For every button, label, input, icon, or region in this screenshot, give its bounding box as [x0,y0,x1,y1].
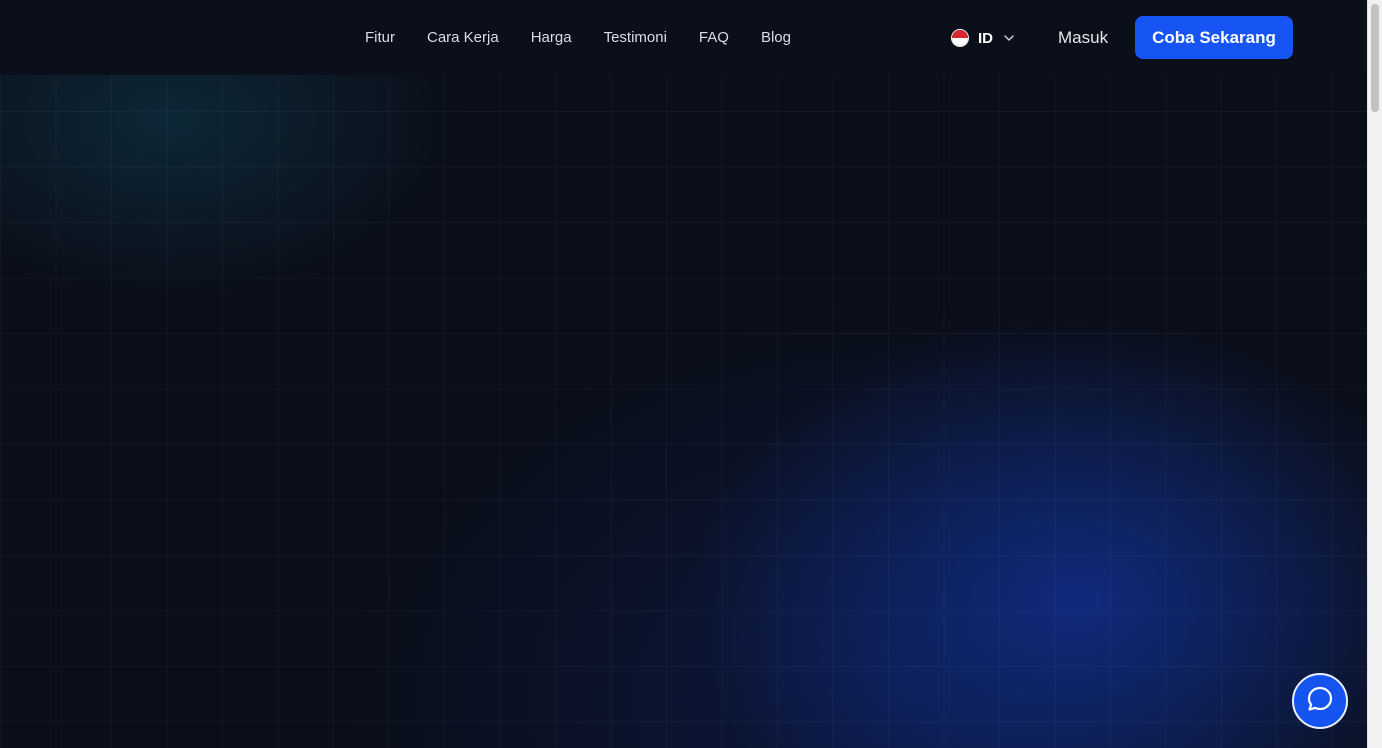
page-viewport: Fitur Cara Kerja Harga Testimoni FAQ Blo… [0,0,1367,748]
nav-link-cara-kerja[interactable]: Cara Kerja [427,28,499,48]
background-grid [0,0,1367,748]
indonesia-flag-icon [951,29,969,47]
nav-link-testimoni[interactable]: Testimoni [604,28,667,48]
login-link[interactable]: Masuk [1058,28,1108,48]
nav-link-harga[interactable]: Harga [531,28,572,48]
chat-button[interactable] [1292,673,1348,729]
language-selector[interactable]: ID [951,27,1015,49]
language-code: ID [978,29,993,47]
scrollbar-thumb[interactable] [1371,4,1379,112]
top-navbar: Fitur Cara Kerja Harga Testimoni FAQ Blo… [0,0,1367,75]
try-now-button[interactable]: Coba Sekarang [1135,16,1293,59]
nav-link-faq[interactable]: FAQ [699,28,729,48]
flag-white-half [952,38,968,46]
page-scrollbar[interactable] [1367,0,1382,748]
nav-link-blog[interactable]: Blog [761,28,791,48]
flag-red-half [952,30,968,38]
chat-bubble-icon [1305,684,1335,719]
chevron-down-icon [1003,32,1015,44]
nav-link-fitur[interactable]: Fitur [365,28,395,48]
nav-links: Fitur Cara Kerja Harga Testimoni FAQ Blo… [365,28,791,48]
